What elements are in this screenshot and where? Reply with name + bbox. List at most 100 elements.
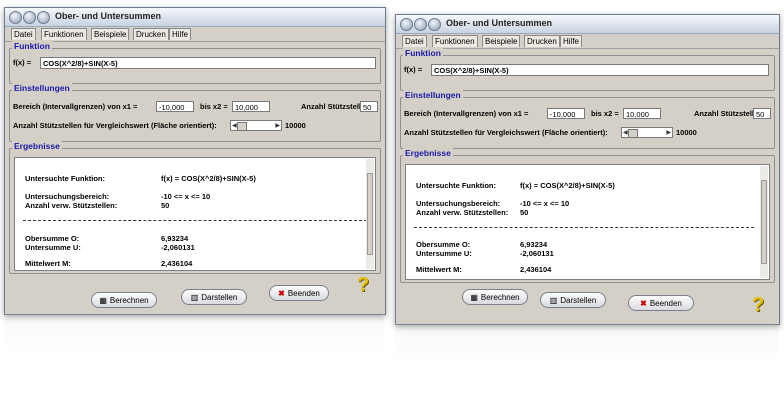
mittelwert-value: 2,436104 <box>161 259 193 268</box>
darstellen-label: Darstellen <box>560 296 597 305</box>
x2-input[interactable]: 10,000 <box>232 101 270 112</box>
anzahl-stuetzstellen-value: 50 <box>161 201 170 210</box>
x1-input[interactable]: -10,000 <box>547 108 585 119</box>
minimize-control-icon[interactable] <box>414 18 427 31</box>
vergleich-label: Anzahl Stützstellen für Vergleichswert (… <box>404 128 608 137</box>
window-title-right: Ober- und Untersummen <box>446 18 553 28</box>
results-scrollbar[interactable] <box>760 166 768 278</box>
stuetzstellen-input[interactable]: 50 <box>360 101 378 112</box>
chart-icon: ▥ <box>549 296 558 305</box>
untersuchungsbereich-value: -10 <= x <= 10 <box>161 192 211 201</box>
vergleich-value: 10000 <box>676 128 697 137</box>
maximize-control-icon[interactable] <box>428 18 441 31</box>
window-title: Ober- und Untersummen <box>55 11 162 21</box>
funktion-group: Funktion f(x) = COS(X^2/8)+SIN(X-5) <box>9 41 381 84</box>
untersuchte-funktion-label: Untersuchte Funktion: <box>25 174 105 183</box>
calculator-icon: ▦ <box>470 293 478 302</box>
menu-datei[interactable]: Datei <box>11 28 36 40</box>
maximize-control-icon[interactable] <box>37 11 50 24</box>
funktion-group-label: Funktion <box>12 41 52 51</box>
app-window-left: Ober- und Untersummen Datei Funktionen B… <box>4 7 386 315</box>
stuetzstellen-input[interactable]: 50 <box>753 108 771 119</box>
einstellungen-group: Einstellungen Bereich (Intervallgrenzen)… <box>9 83 381 142</box>
einstellungen-group-label: Einstellungen <box>403 90 463 100</box>
mittelwert-label: Mittelwert M: <box>416 265 462 274</box>
vergleich-slider[interactable]: ◀ ▶ <box>230 120 282 131</box>
untersumme-label: Untersumme U: <box>416 249 472 258</box>
menu-drucken[interactable]: Drucken <box>133 28 169 40</box>
beenden-label: Beenden <box>649 299 682 308</box>
slider-right-arrow-icon[interactable]: ▶ <box>666 129 671 136</box>
untersuchungsbereich-label: Untersuchungsbereich: <box>25 192 110 201</box>
untersumme-value: -2,060131 <box>520 249 554 258</box>
ergebnisse-group-label: Ergebnisse <box>403 148 453 158</box>
berechnen-label: Berechnen <box>480 293 520 302</box>
mittelwert-value: 2,436104 <box>520 265 552 274</box>
obersumme-label: Obersumme O: <box>25 234 80 243</box>
bereich-label: Bereich (Intervallgrenzen) von x1 = <box>13 102 138 111</box>
close-control-icon[interactable] <box>400 18 413 31</box>
results-panel[interactable]: Untersuchte Funktion: f(x) = COS(X^2/8)+… <box>14 157 376 271</box>
chart-icon: ▥ <box>190 293 199 302</box>
help-question-icon[interactable]: ? <box>357 274 369 297</box>
menu-beispiele[interactable]: Beispiele <box>91 28 130 40</box>
slider-thumb[interactable] <box>628 129 638 138</box>
bis-label: bis x2 = <box>200 102 228 111</box>
results-scroll-thumb[interactable] <box>761 180 767 264</box>
reflection-right <box>395 324 778 364</box>
x2-input[interactable]: 10,000 <box>623 108 661 119</box>
einstellungen-group-right: Einstellungen Bereich (Intervallgrenzen)… <box>400 90 775 149</box>
menu-beispiele[interactable]: Beispiele <box>482 35 521 47</box>
results-scrollbar[interactable] <box>366 159 374 269</box>
funktion-input[interactable]: COS(X^2/8)+SIN(X-5) <box>40 57 376 69</box>
x1-input[interactable]: -10,000 <box>156 101 194 112</box>
obersumme-label: Obersumme O: <box>416 240 471 249</box>
menu-hilfe[interactable]: Hilfe <box>560 35 583 47</box>
vergleich-slider[interactable]: ◀ ▶ <box>621 127 673 138</box>
beenden-button[interactable]: ✖ Beenden <box>628 295 694 311</box>
menu-funktionen[interactable]: Funktionen <box>41 28 87 40</box>
funktion-input[interactable]: COS(X^2/8)+SIN(X-5) <box>431 64 769 76</box>
menu-datei[interactable]: Datei <box>402 35 427 47</box>
slider-thumb[interactable] <box>237 122 247 131</box>
results-separator <box>23 220 367 221</box>
menu-hilfe[interactable]: Hilfe <box>169 28 192 40</box>
title-bar-right[interactable]: Ober- und Untersummen <box>396 15 779 34</box>
darstellen-button[interactable]: ▥ Darstellen <box>181 289 247 305</box>
berechnen-label: Berechnen <box>109 296 149 305</box>
results-scroll-thumb[interactable] <box>367 173 373 255</box>
funktion-group-label: Funktion <box>403 48 443 58</box>
funktion-label: f(x) = <box>13 58 32 67</box>
menu-bar-right: Datei Funktionen Beispiele Drucken Hilfe <box>396 34 779 49</box>
slider-left-arrow-icon[interactable]: ◀ <box>232 122 237 129</box>
berechnen-button[interactable]: ▦ Berechnen <box>91 292 157 308</box>
minimize-control-icon[interactable] <box>23 11 36 24</box>
close-x-icon: ✖ <box>640 299 647 308</box>
slider-left-arrow-icon[interactable]: ◀ <box>623 129 628 136</box>
funktion-group-right: Funktion f(x) = COS(X^2/8)+SIN(X-5) <box>400 48 775 91</box>
menu-bar: Datei Funktionen Beispiele Drucken Hilfe <box>5 27 385 42</box>
darstellen-button[interactable]: ▥ Darstellen <box>540 292 606 308</box>
help-question-icon[interactable]: ? <box>752 294 764 317</box>
funktion-label: f(x) = <box>404 65 423 74</box>
untersuchungsbereich-value: -10 <= x <= 10 <box>520 199 570 208</box>
menu-drucken[interactable]: Drucken <box>524 35 560 47</box>
ergebnisse-group: Ergebnisse Untersuchte Funktion: f(x) = … <box>9 141 381 274</box>
results-panel[interactable]: Untersuchte Funktion: f(x) = COS(X^2/8)+… <box>405 164 770 280</box>
close-x-icon: ✖ <box>278 289 285 298</box>
berechnen-button[interactable]: ▦ Berechnen <box>462 289 528 305</box>
mittelwert-label: Mittelwert M: <box>25 259 71 268</box>
title-bar[interactable]: Ober- und Untersummen <box>5 8 385 27</box>
beenden-button[interactable]: ✖ Beenden <box>269 285 329 301</box>
menu-funktionen[interactable]: Funktionen <box>432 35 478 47</box>
untersuchte-funktion-value: f(x) = COS(X^2/8)+SIN(X-5) <box>520 181 615 190</box>
slider-right-arrow-icon[interactable]: ▶ <box>275 122 280 129</box>
untersuchte-funktion-label: Untersuchte Funktion: <box>416 181 496 190</box>
obersumme-value: 6,93234 <box>520 240 548 249</box>
bis-label: bis x2 = <box>591 109 619 118</box>
vergleich-label: Anzahl Stützstellen für Vergleichswert (… <box>13 121 217 130</box>
app-window-right: Ober- und Untersummen Datei Funktionen B… <box>395 14 780 325</box>
close-control-icon[interactable] <box>9 11 22 24</box>
anzahl-stuetzstellen-label: Anzahl verw. Stützstellen: <box>416 208 509 217</box>
untersuchungsbereich-label: Untersuchungsbereich: <box>416 199 501 208</box>
